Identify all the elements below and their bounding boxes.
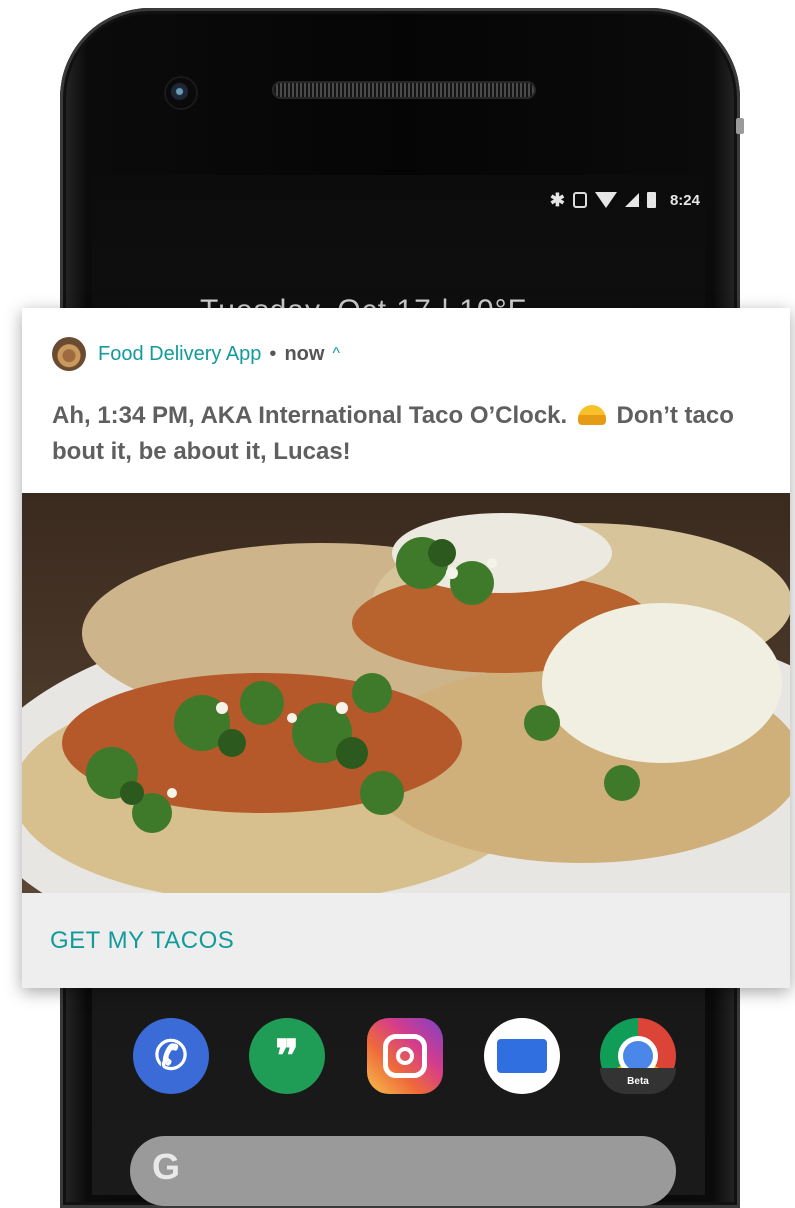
tacos-photo xyxy=(22,493,790,893)
status-bar: ✱ 8:24 xyxy=(92,182,700,218)
inbox-app-icon[interactable] xyxy=(484,1018,560,1094)
app-avatar xyxy=(52,337,86,371)
earpiece-speaker xyxy=(272,81,536,99)
instagram-app-icon[interactable] xyxy=(367,1018,443,1094)
notification-message: Ah, 1:34 PM, AKA International Taco O’Cl… xyxy=(52,398,772,470)
get-my-tacos-button[interactable]: GET MY TACOS xyxy=(50,927,234,955)
battery-icon xyxy=(646,192,656,208)
hangouts-app-icon[interactable]: ❞ xyxy=(249,1018,325,1094)
side-button xyxy=(736,118,744,134)
header-separator: • xyxy=(269,342,277,365)
message-text-1: Ah, 1:34 PM, AKA International Taco O’Cl… xyxy=(52,402,568,429)
wifi-icon xyxy=(594,192,617,208)
bluetooth-icon: ✱ xyxy=(549,189,565,210)
phone-handset-icon: ✆ xyxy=(154,1034,188,1078)
chrome-beta-app-icon[interactable]: Beta xyxy=(600,1018,676,1094)
app-name: Food Delivery App xyxy=(98,342,262,365)
camera-outline-icon xyxy=(367,1018,443,1094)
collapse-chevron-icon[interactable]: ^ xyxy=(332,345,340,363)
quote-icon: ❞ xyxy=(275,1031,299,1081)
cell-signal-icon xyxy=(624,193,639,207)
taco-emoji-icon xyxy=(577,405,606,425)
notification-header[interactable]: Food Delivery App • now ^ xyxy=(52,336,340,372)
envelope-check-icon xyxy=(484,1018,560,1094)
google-g-icon: G xyxy=(152,1146,181,1187)
google-search-bar[interactable] xyxy=(130,1136,676,1206)
vibrate-icon xyxy=(572,192,587,208)
notification-time: now xyxy=(284,342,325,365)
phone-app-icon[interactable]: ✆ xyxy=(133,1018,209,1094)
front-camera xyxy=(166,78,196,108)
status-clock: 8:24 xyxy=(669,191,700,209)
notification-card[interactable]: Food Delivery App • now ^ Ah, 1:34 PM, A… xyxy=(22,308,790,988)
notification-actions: GET MY TACOS xyxy=(22,893,790,988)
